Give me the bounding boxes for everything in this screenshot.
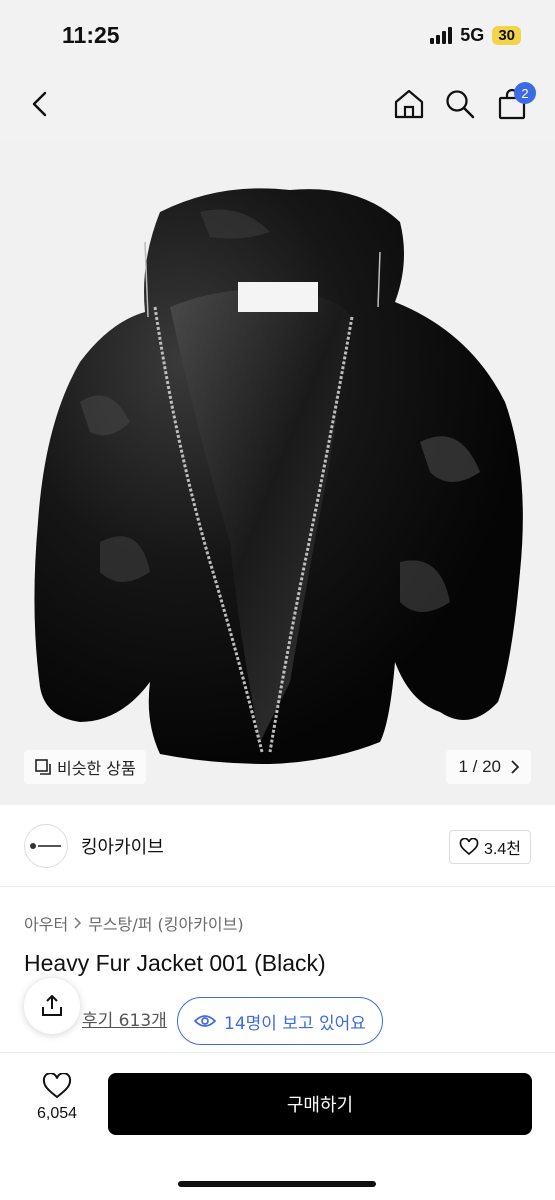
shop-like-count: 3.4천 (484, 841, 521, 858)
breadcrumb-item-category[interactable]: 무스탕/퍼 (킹아카이브) (88, 911, 243, 935)
buy-button[interactable]: 구매하기 (108, 1073, 532, 1135)
search-button[interactable] (440, 84, 480, 124)
breadcrumb: 아우터 무스탕/퍼 (킹아카이브) (24, 911, 244, 935)
shop-row: 킹아카이브 3.4천 (0, 805, 555, 887)
status-time: 11:25 (62, 22, 120, 48)
image-pager[interactable]: 1 / 20 (446, 750, 531, 784)
heart-icon (459, 838, 479, 856)
cart-button[interactable]: 2 (492, 82, 536, 124)
pager-text: 1 / 20 (458, 757, 501, 776)
top-nav: 2 (0, 70, 555, 142)
signal-icon (430, 27, 453, 44)
status-indicators: 5G 30 (430, 25, 521, 46)
bottom-action-bar: 6,054 구매하기 (0, 1052, 555, 1200)
cart-count-badge: 2 (514, 82, 536, 104)
wishlist-button[interactable]: 6,054 (24, 1073, 90, 1133)
home-indicator (178, 1181, 376, 1187)
copy-icon (35, 759, 51, 775)
product-title: Heavy Fur Jacket 001 (Black) (24, 950, 326, 976)
eye-icon (194, 1015, 216, 1027)
breadcrumb-item-outer[interactable]: 아우터 (24, 911, 68, 935)
shop-name[interactable]: 킹아카이브 (81, 833, 164, 859)
shop-like-button[interactable]: 3.4천 (449, 830, 531, 864)
share-button[interactable] (24, 978, 80, 1034)
similar-products-label: 비슷한 상품 (57, 759, 136, 778)
share-icon (42, 995, 62, 1016)
status-bar: 11:25 5G 30 (0, 0, 555, 70)
similar-products-button[interactable]: 비슷한 상품 (24, 750, 146, 784)
battery-icon: 30 (492, 26, 521, 45)
chevron-left-icon (32, 91, 47, 117)
shop-logo-mark (30, 843, 61, 849)
search-icon (446, 90, 475, 119)
product-photo (34, 188, 523, 764)
shop-logo[interactable] (24, 824, 68, 868)
back-button[interactable] (20, 84, 60, 124)
review-link[interactable]: 후기 613개 (82, 1006, 167, 1031)
chevron-right-icon (74, 917, 82, 929)
network-type: 5G (460, 25, 485, 45)
jacket-label (238, 282, 318, 312)
product-image-gallery[interactable]: 비슷한 상품 1 / 20 (0, 142, 555, 805)
wishlist-count: 6,054 (36, 1105, 78, 1122)
chevron-right-icon (511, 760, 519, 774)
home-button[interactable] (389, 84, 429, 124)
heart-icon (42, 1073, 72, 1099)
home-icon (394, 89, 424, 119)
viewers-badge: 14명이 보고 있어요 (177, 997, 383, 1045)
viewers-count-text: 14명이 보고 있어요 (224, 1013, 366, 1034)
